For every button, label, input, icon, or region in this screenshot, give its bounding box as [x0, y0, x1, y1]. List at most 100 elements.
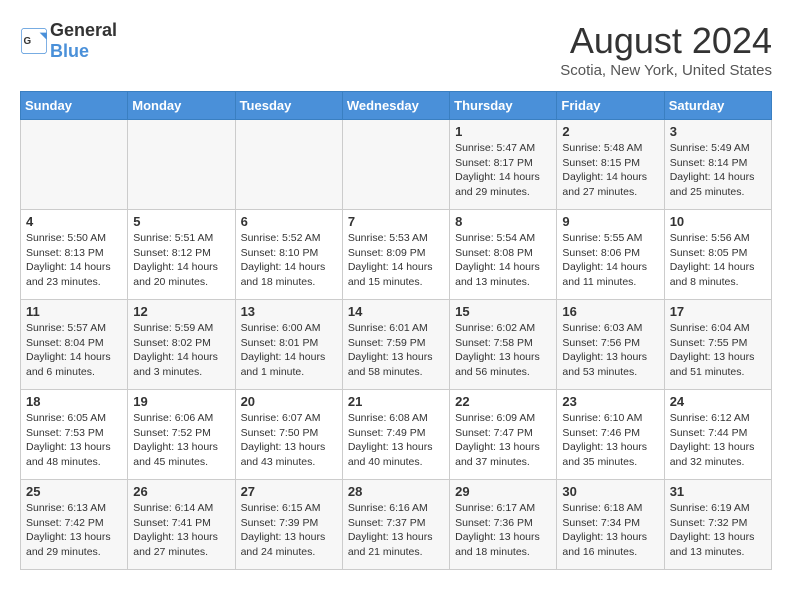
day-info: Sunrise: 6:04 AMSunset: 7:55 PMDaylight:…	[670, 321, 766, 380]
logo-blue: Blue	[50, 41, 89, 61]
day-number: 8	[455, 214, 551, 229]
calendar-cell: 22 Sunrise: 6:09 AMSunset: 7:47 PMDayligh…	[450, 390, 557, 480]
calendar-cell: 26 Sunrise: 6:14 AMSunset: 7:41 PMDayligh…	[128, 480, 235, 570]
day-number: 4	[26, 214, 122, 229]
calendar-cell: 27Sunrise: 6:15 AMSunset: 7:39 PMDayligh…	[235, 480, 342, 570]
location-subtitle: Scotia, New York, United States	[560, 62, 772, 79]
day-info: Sunrise: 5:50 AMSunset: 8:13 PMDaylight:…	[26, 231, 122, 290]
day-number: 1	[455, 124, 551, 139]
day-number: 6	[241, 214, 337, 229]
month-title: August 2024	[560, 20, 772, 62]
calendar-cell: 20 Sunrise: 6:07 AMSunset: 7:50 PMDayligh…	[235, 390, 342, 480]
day-info: Sunrise: 5:49 AMSunset: 8:14 PMDaylight:…	[670, 141, 766, 200]
calendar-header: SundayMondayTuesdayWednesdayThursdayFrid…	[21, 92, 772, 120]
day-number: 19	[133, 394, 229, 409]
calendar-week-3: 11Sunrise: 5:57 AMSunset: 8:04 PMDayligh…	[21, 300, 772, 390]
day-info: Sunrise: 5:51 AMSunset: 8:12 PMDaylight:…	[133, 231, 229, 290]
logo-text: General Blue	[50, 20, 117, 62]
day-info: Sunrise: 6:08 AMSunset: 7:49 PMDaylight:…	[348, 411, 444, 470]
weekday-header-saturday: Saturday	[664, 92, 771, 120]
calendar-cell: 12 Sunrise: 5:59 AMSunset: 8:02 PMDayligh…	[128, 300, 235, 390]
day-number: 20	[241, 394, 337, 409]
day-number: 2	[562, 124, 658, 139]
calendar-week-4: 18Sunrise: 6:05 AMSunset: 7:53 PMDayligh…	[21, 390, 772, 480]
calendar-week-2: 4 Sunrise: 5:50 AMSunset: 8:13 PMDaylight…	[21, 210, 772, 300]
day-number: 23	[562, 394, 658, 409]
day-info: Sunrise: 5:53 AMSunset: 8:09 PMDaylight:…	[348, 231, 444, 290]
day-number: 15	[455, 304, 551, 319]
calendar-cell: 9 Sunrise: 5:55 AMSunset: 8:06 PMDaylight…	[557, 210, 664, 300]
day-info: Sunrise: 6:19 AMSunset: 7:32 PMDaylight:…	[670, 501, 766, 560]
day-info: Sunrise: 6:09 AMSunset: 7:47 PMDaylight:…	[455, 411, 551, 470]
weekday-header-row: SundayMondayTuesdayWednesdayThursdayFrid…	[21, 92, 772, 120]
day-info: Sunrise: 6:03 AMSunset: 7:56 PMDaylight:…	[562, 321, 658, 380]
day-number: 31	[670, 484, 766, 499]
weekday-header-monday: Monday	[128, 92, 235, 120]
logo: G General Blue	[20, 20, 117, 62]
day-number: 26	[133, 484, 229, 499]
day-number: 22	[455, 394, 551, 409]
weekday-header-thursday: Thursday	[450, 92, 557, 120]
title-block: August 2024 Scotia, New York, United Sta…	[560, 20, 772, 79]
logo-icon: G	[20, 27, 48, 55]
day-info: Sunrise: 6:01 AMSunset: 7:59 PMDaylight:…	[348, 321, 444, 380]
day-number: 7	[348, 214, 444, 229]
day-number: 14	[348, 304, 444, 319]
day-number: 25	[26, 484, 122, 499]
day-info: Sunrise: 5:54 AMSunset: 8:08 PMDaylight:…	[455, 231, 551, 290]
calendar-cell: 4 Sunrise: 5:50 AMSunset: 8:13 PMDaylight…	[21, 210, 128, 300]
weekday-header-friday: Friday	[557, 92, 664, 120]
calendar-cell: 17 Sunrise: 6:04 AMSunset: 7:55 PMDayligh…	[664, 300, 771, 390]
calendar-cell: 19 Sunrise: 6:06 AMSunset: 7:52 PMDayligh…	[128, 390, 235, 480]
calendar-week-1: 1 Sunrise: 5:47 AMSunset: 8:17 PMDaylight…	[21, 120, 772, 210]
day-info: Sunrise: 5:52 AMSunset: 8:10 PMDaylight:…	[241, 231, 337, 290]
day-number: 17	[670, 304, 766, 319]
day-info: Sunrise: 6:17 AMSunset: 7:36 PMDaylight:…	[455, 501, 551, 560]
day-info: Sunrise: 5:56 AMSunset: 8:05 PMDaylight:…	[670, 231, 766, 290]
calendar-cell	[342, 120, 449, 210]
calendar-cell: 13Sunrise: 6:00 AMSunset: 8:01 PMDayligh…	[235, 300, 342, 390]
weekday-header-tuesday: Tuesday	[235, 92, 342, 120]
calendar-table: SundayMondayTuesdayWednesdayThursdayFrid…	[20, 91, 772, 570]
calendar-cell: 8 Sunrise: 5:54 AMSunset: 8:08 PMDaylight…	[450, 210, 557, 300]
calendar-body: 1 Sunrise: 5:47 AMSunset: 8:17 PMDaylight…	[21, 120, 772, 570]
day-info: Sunrise: 6:10 AMSunset: 7:46 PMDaylight:…	[562, 411, 658, 470]
day-number: 30	[562, 484, 658, 499]
day-info: Sunrise: 5:59 AMSunset: 8:02 PMDaylight:…	[133, 321, 229, 380]
calendar-cell	[21, 120, 128, 210]
day-number: 12	[133, 304, 229, 319]
calendar-cell: 18Sunrise: 6:05 AMSunset: 7:53 PMDayligh…	[21, 390, 128, 480]
day-number: 9	[562, 214, 658, 229]
day-info: Sunrise: 6:00 AMSunset: 8:01 PMDaylight:…	[241, 321, 337, 380]
day-info: Sunrise: 6:14 AMSunset: 7:41 PMDaylight:…	[133, 501, 229, 560]
calendar-cell: 28 Sunrise: 6:16 AMSunset: 7:37 PMDayligh…	[342, 480, 449, 570]
calendar-cell	[128, 120, 235, 210]
day-info: Sunrise: 6:12 AMSunset: 7:44 PMDaylight:…	[670, 411, 766, 470]
calendar-cell: 2Sunrise: 5:48 AMSunset: 8:15 PMDaylight…	[557, 120, 664, 210]
day-number: 28	[348, 484, 444, 499]
day-info: Sunrise: 6:02 AMSunset: 7:58 PMDaylight:…	[455, 321, 551, 380]
day-info: Sunrise: 6:07 AMSunset: 7:50 PMDaylight:…	[241, 411, 337, 470]
day-info: Sunrise: 6:16 AMSunset: 7:37 PMDaylight:…	[348, 501, 444, 560]
calendar-cell: 11Sunrise: 5:57 AMSunset: 8:04 PMDayligh…	[21, 300, 128, 390]
calendar-cell: 1 Sunrise: 5:47 AMSunset: 8:17 PMDaylight…	[450, 120, 557, 210]
calendar-cell: 10 Sunrise: 5:56 AMSunset: 8:05 PMDayligh…	[664, 210, 771, 300]
calendar-week-5: 25 Sunrise: 6:13 AMSunset: 7:42 PMDayligh…	[21, 480, 772, 570]
day-number: 24	[670, 394, 766, 409]
weekday-header-sunday: Sunday	[21, 92, 128, 120]
day-info: Sunrise: 6:05 AMSunset: 7:53 PMDaylight:…	[26, 411, 122, 470]
calendar-cell: 15 Sunrise: 6:02 AMSunset: 7:58 PMDayligh…	[450, 300, 557, 390]
day-number: 5	[133, 214, 229, 229]
day-info: Sunrise: 5:47 AMSunset: 8:17 PMDaylight:…	[455, 141, 551, 200]
calendar-cell	[235, 120, 342, 210]
day-info: Sunrise: 6:06 AMSunset: 7:52 PMDaylight:…	[133, 411, 229, 470]
day-number: 10	[670, 214, 766, 229]
day-info: Sunrise: 6:15 AMSunset: 7:39 PMDaylight:…	[241, 501, 337, 560]
logo-general: General	[50, 20, 117, 40]
day-info: Sunrise: 6:13 AMSunset: 7:42 PMDaylight:…	[26, 501, 122, 560]
day-info: Sunrise: 5:55 AMSunset: 8:06 PMDaylight:…	[562, 231, 658, 290]
calendar-cell: 30Sunrise: 6:18 AMSunset: 7:34 PMDayligh…	[557, 480, 664, 570]
day-number: 3	[670, 124, 766, 139]
weekday-header-wednesday: Wednesday	[342, 92, 449, 120]
calendar-cell: 21Sunrise: 6:08 AMSunset: 7:49 PMDayligh…	[342, 390, 449, 480]
